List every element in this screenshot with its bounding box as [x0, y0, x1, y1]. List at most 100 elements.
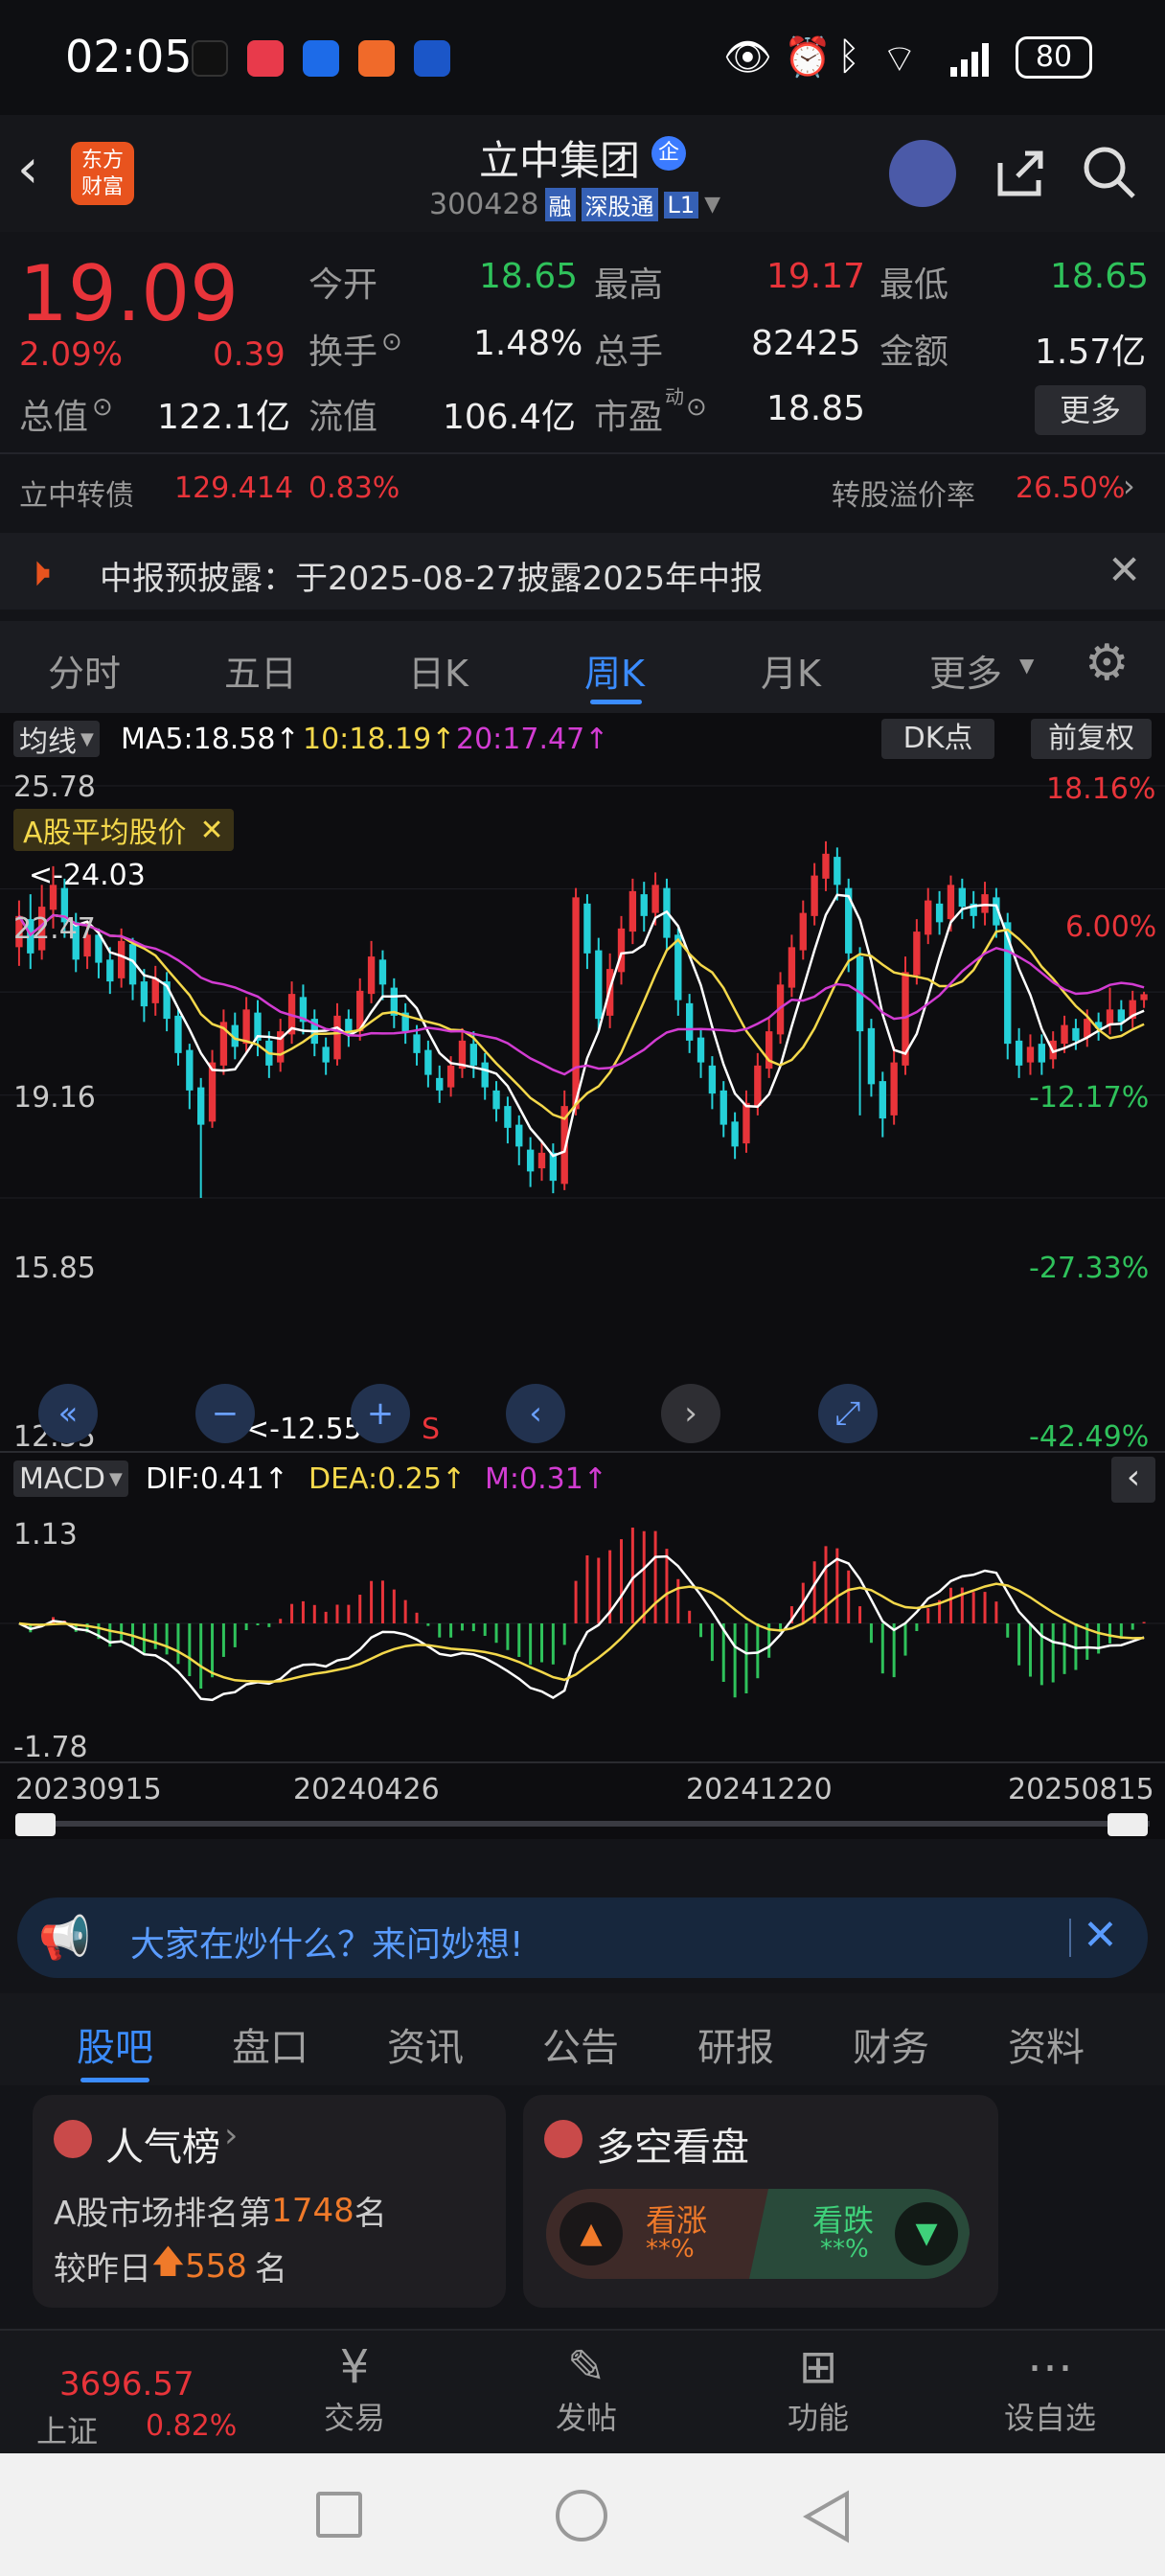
tab-daily-k[interactable]: 日K: [408, 644, 468, 697]
active-tab-indicator: [80, 2078, 149, 2082]
home-icon[interactable]: [556, 2490, 607, 2542]
tab-weekly-k[interactable]: 周K: [584, 644, 645, 697]
nav-functions[interactable]: ⊞ 功能: [780, 2340, 857, 2438]
close-icon[interactable]: ✕: [200, 814, 224, 847]
triangle-up-icon[interactable]: ▲: [560, 2202, 623, 2266]
ask-ai-bar[interactable]: 📢 大家在炒什么？来问妙想! ✕: [17, 1898, 1148, 1978]
triangle-down-icon[interactable]: ▼: [895, 2202, 958, 2266]
tab-financials[interactable]: 财务: [853, 2016, 929, 2072]
close-icon[interactable]: ✕: [1083, 1911, 1118, 1960]
y-label-top: 25.78: [13, 770, 96, 804]
scroll-left-fast-icon[interactable]: «: [38, 1384, 98, 1443]
candle-body: [788, 947, 796, 988]
index-value[interactable]: 3696.57: [59, 2365, 194, 2404]
indicator-selector-label: MACD: [19, 1461, 105, 1496]
candle-body: [685, 1002, 694, 1041]
divider: [0, 1451, 1165, 1453]
avg-price-tag[interactable]: A股平均股价 ✕: [13, 809, 234, 851]
candle-body: [197, 1087, 205, 1125]
zoom-in-icon[interactable]: +: [351, 1384, 410, 1443]
tab-more[interactable]: 更多: [929, 644, 1002, 697]
popularity-card[interactable]: 人气榜 › A股市场排名第 1748 名 较昨日 🡅 558 名: [33, 2095, 506, 2308]
tab-forum[interactable]: 股吧: [77, 2016, 153, 2072]
tab-news[interactable]: 资讯: [387, 2016, 464, 2072]
adjust-button[interactable]: 前复权: [1031, 719, 1152, 759]
nav-trade[interactable]: ¥ 交易: [316, 2340, 393, 2438]
divider: [1069, 1919, 1071, 1957]
nav-add-watchlist[interactable]: ⋯ 设自选: [993, 2340, 1108, 2438]
candle-body: [333, 1015, 341, 1060]
indicator-selector[interactable]: MACD ▼: [13, 1460, 128, 1497]
candle-body: [890, 1062, 898, 1116]
gear-icon[interactable]: ⚙: [1085, 634, 1130, 692]
candle-body: [617, 928, 626, 973]
float-value: 106.4亿: [443, 398, 577, 437]
candle-body: [446, 1065, 455, 1088]
avg-price-tag-label: A股平均股价: [23, 816, 187, 850]
back-icon[interactable]: ‹: [17, 138, 38, 200]
notice-bar[interactable]: 🕨 中报预披露：于2025-08-27披露2025年中报 ✕: [0, 533, 1165, 610]
info-icon[interactable]: ⊙: [686, 393, 707, 422]
candle-body: [186, 1049, 194, 1091]
robot-assistant-icon[interactable]: [889, 140, 956, 207]
search-icon[interactable]: [1081, 144, 1138, 201]
candle-body: [879, 1081, 886, 1119]
turnover-label: 换手: [308, 333, 378, 372]
dk-point-button[interactable]: DK点: [881, 719, 994, 759]
bond-price: 129.414: [174, 472, 294, 505]
chevron-down-icon[interactable]: ▼: [704, 193, 720, 217]
price-pct: 2.09%: [19, 335, 124, 374]
tab-announcements[interactable]: 公告: [542, 2016, 619, 2072]
more-button[interactable]: 更多: [1035, 385, 1146, 435]
nav-post-label: 发帖: [555, 2400, 617, 2436]
y-label-4: 15.85: [13, 1252, 96, 1285]
y-label-3: 19.16: [13, 1081, 96, 1115]
tab-five-day[interactable]: 五日: [224, 644, 297, 697]
tab-research[interactable]: 研报: [697, 2016, 774, 2072]
m-legend: M:0.31↑: [485, 1462, 607, 1496]
bond-label[interactable]: 立中转债: [19, 472, 134, 514]
fullscreen-icon[interactable]: ⤢: [818, 1384, 878, 1443]
ma-selector[interactable]: 均线 ▼: [13, 721, 100, 759]
share-icon[interactable]: [991, 144, 1048, 201]
last-price: 19.09: [19, 249, 240, 338]
back-nav-icon[interactable]: [799, 2488, 853, 2545]
active-tab-indicator: [590, 700, 642, 704]
zoom-out-icon[interactable]: −: [195, 1384, 255, 1443]
longshort-card[interactable]: 多空看盘 ▲ 看涨 **% 看跌 **% ▼: [523, 2095, 998, 2308]
open-value: 18.65: [479, 257, 579, 296]
tab-order-book[interactable]: 盘口: [232, 2016, 308, 2072]
range-slider-handle-right[interactable]: [1108, 1813, 1148, 1836]
candle-body: [765, 1031, 773, 1070]
nav-post[interactable]: ✎ 发帖: [548, 2340, 625, 2438]
index-pct: 0.82%: [146, 2409, 238, 2443]
chevron-left-icon[interactable]: ‹: [1111, 1457, 1155, 1503]
autohome-icon: [414, 40, 450, 77]
chevron-down-icon[interactable]: ▼: [1019, 654, 1034, 677]
close-icon[interactable]: ✕: [1108, 546, 1141, 593]
chevron-right-icon[interactable]: ›: [1123, 468, 1135, 504]
range-slider-handle-left[interactable]: [15, 1813, 56, 1836]
browser-icon: [303, 40, 339, 77]
scroll-left-icon[interactable]: ‹: [506, 1384, 565, 1443]
range-slider-track[interactable]: [15, 1821, 1150, 1827]
divider: [0, 2329, 1165, 2331]
candle-body: [1038, 1044, 1046, 1063]
info-icon[interactable]: ⊙: [92, 393, 113, 422]
tab-intraday[interactable]: 分时: [48, 644, 121, 697]
candle-body: [867, 1027, 876, 1085]
scroll-right-icon[interactable]: ›: [661, 1384, 720, 1443]
tab-profile[interactable]: 资料: [1008, 2016, 1085, 2072]
longshort-vote[interactable]: ▲ 看涨 **% 看跌 **% ▼: [546, 2189, 970, 2279]
tab-monthly-k[interactable]: 月K: [761, 644, 821, 697]
margin-badge: 融: [544, 188, 576, 221]
candle-body: [1117, 1009, 1126, 1023]
info-icon[interactable]: ⊙: [381, 328, 402, 356]
candle-body: [628, 890, 637, 932]
premium-value: 26.50%: [1016, 472, 1126, 505]
recent-apps-icon[interactable]: [316, 2492, 362, 2538]
candle-body: [242, 1009, 250, 1045]
macd-chart[interactable]: [0, 1508, 1165, 1738]
huawei-icon: [247, 40, 284, 77]
level-badge: L1: [663, 191, 699, 218]
